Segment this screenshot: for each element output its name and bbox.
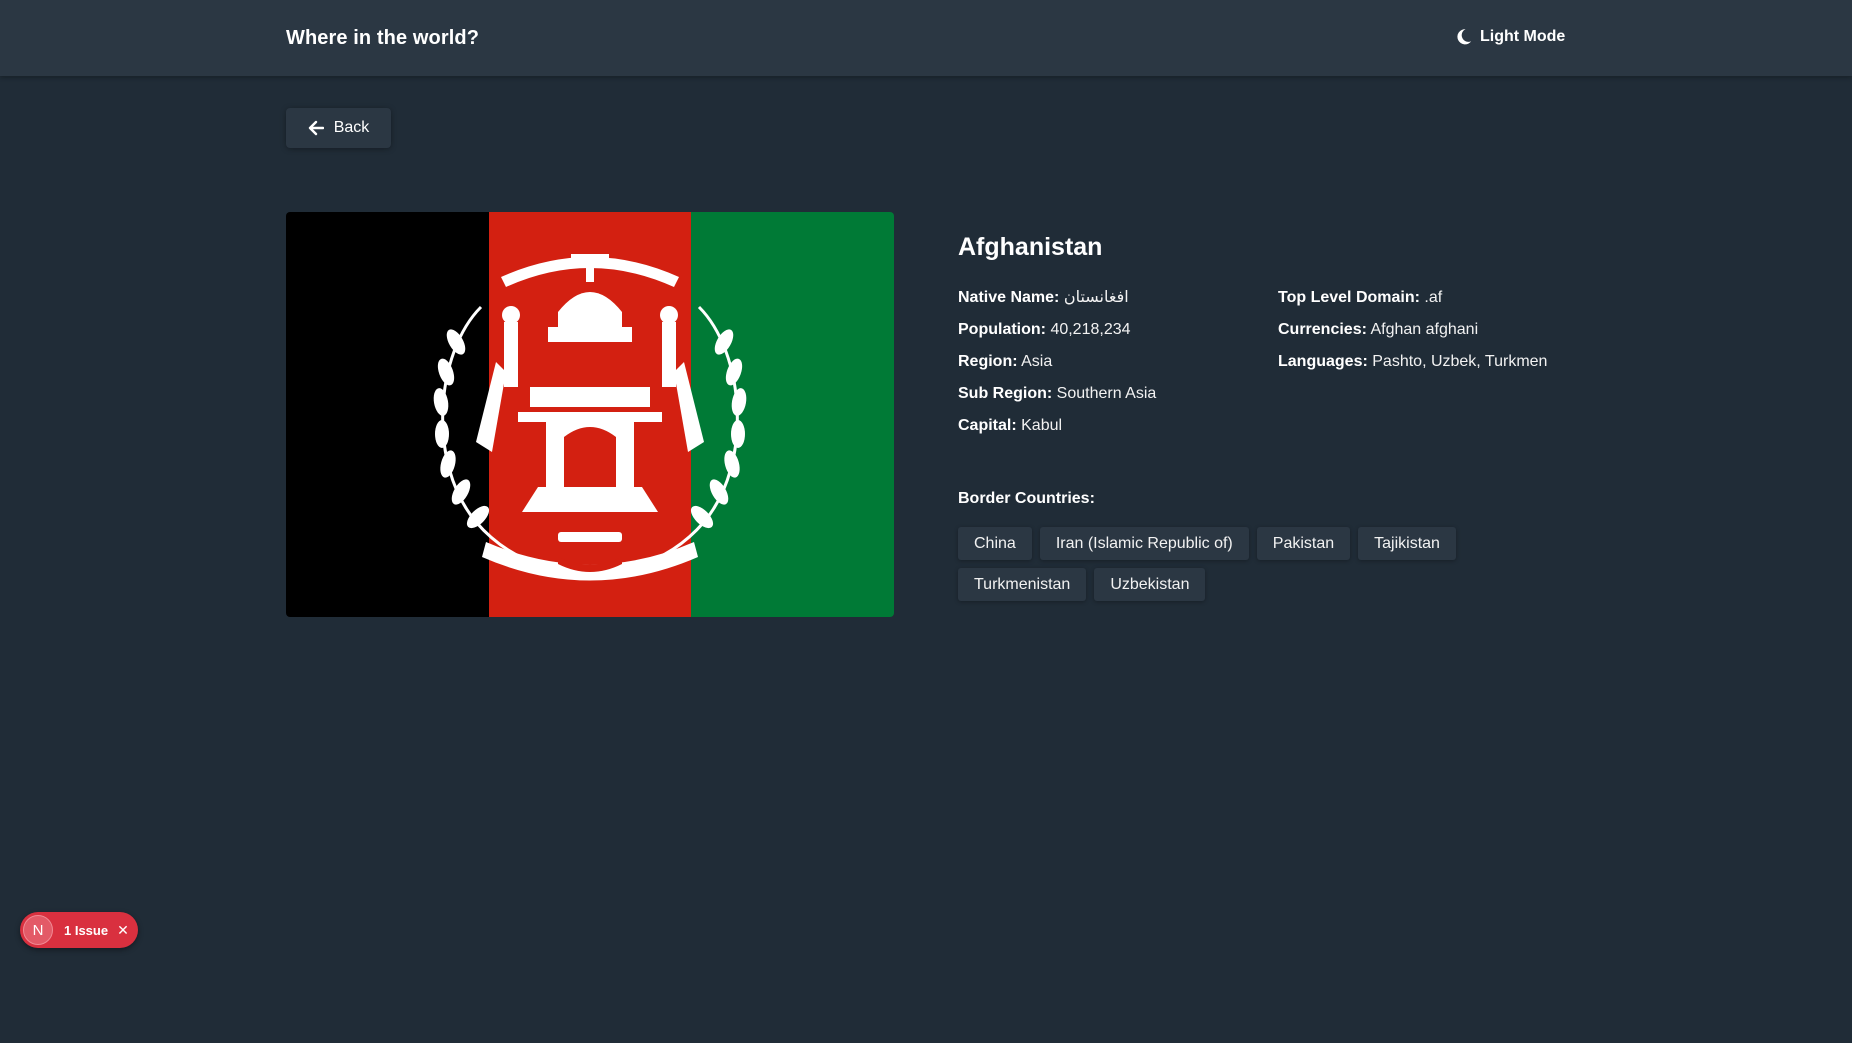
sub-region-value: Southern Asia bbox=[1056, 385, 1157, 402]
population-value: 40,218,234 bbox=[1050, 321, 1131, 338]
border-countries-label: Border Countries: bbox=[958, 490, 1095, 507]
region-label: Region: bbox=[958, 353, 1018, 370]
currencies-label: Currencies: bbox=[1278, 321, 1367, 338]
population-label: Population: bbox=[958, 321, 1046, 338]
moon-icon bbox=[1457, 29, 1472, 45]
native-name-row: Native Name: افغانستان bbox=[958, 288, 1156, 308]
currencies-row: Currencies: Afghan afghani bbox=[1278, 320, 1547, 340]
languages-row: Languages: Pashto, Uzbek, Turkmen bbox=[1278, 352, 1547, 372]
top-level-domain-label: Top Level Domain: bbox=[1278, 289, 1420, 306]
region-row: Region: Asia bbox=[958, 352, 1156, 372]
back-button-label: Back bbox=[333, 119, 370, 136]
country-flag bbox=[286, 212, 894, 617]
top-level-domain-value: .af bbox=[1424, 289, 1443, 306]
native-name-value: افغانستان bbox=[1063, 289, 1129, 306]
top-level-domain-row: Top Level Domain: .af bbox=[1278, 288, 1547, 308]
issues-count-label: 1 Issue bbox=[64, 922, 109, 938]
app-title: Where in the world? bbox=[286, 27, 480, 49]
country-name: Afghanistan bbox=[958, 233, 1103, 261]
border-country-chip[interactable]: Pakistan bbox=[1256, 527, 1351, 560]
country-details-secondary: Top Level Domain: .af Currencies: Afghan… bbox=[1278, 288, 1547, 384]
app-header: Where in the world? Light Mode bbox=[0, 0, 1852, 76]
close-icon[interactable]: ✕ bbox=[117, 922, 129, 939]
dev-issues-badge[interactable]: N 1 Issue ✕ bbox=[20, 912, 138, 948]
border-country-chip[interactable]: Tajikistan bbox=[1358, 527, 1456, 560]
languages-value: Pashto, Uzbek, Turkmen bbox=[1372, 353, 1548, 370]
native-name-label: Native Name: bbox=[958, 289, 1060, 306]
border-country-chip[interactable]: China bbox=[958, 527, 1032, 560]
border-country-chip[interactable]: Turkmenistan bbox=[958, 568, 1087, 601]
languages-label: Languages: bbox=[1278, 353, 1368, 370]
border-country-chip[interactable]: Iran (Islamic Republic of) bbox=[1039, 527, 1249, 560]
back-button[interactable]: Back bbox=[286, 108, 391, 148]
capital-label: Capital: bbox=[958, 417, 1017, 434]
border-countries-list: China Iran (Islamic Republic of) Pakista… bbox=[958, 527, 1478, 601]
region-value: Asia bbox=[1021, 353, 1053, 370]
flag-emblem-icon bbox=[433, 254, 747, 581]
nextjs-logo-icon: N bbox=[23, 915, 53, 945]
sub-region-label: Sub Region: bbox=[958, 385, 1053, 402]
country-details-primary: Native Name: افغانستان Population: 40,21… bbox=[958, 288, 1156, 448]
border-country-chip[interactable]: Uzbekistan bbox=[1094, 568, 1206, 601]
theme-toggle-label: Light Mode bbox=[1480, 28, 1566, 45]
arrow-left-icon bbox=[308, 120, 324, 136]
sub-region-row: Sub Region: Southern Asia bbox=[958, 384, 1156, 404]
capital-value: Kabul bbox=[1021, 417, 1063, 434]
currencies-value: Afghan afghani bbox=[1370, 321, 1479, 338]
theme-toggle-button[interactable]: Light Mode bbox=[1456, 28, 1565, 46]
capital-row: Capital: Kabul bbox=[958, 416, 1156, 436]
population-row: Population: 40,218,234 bbox=[958, 320, 1156, 340]
